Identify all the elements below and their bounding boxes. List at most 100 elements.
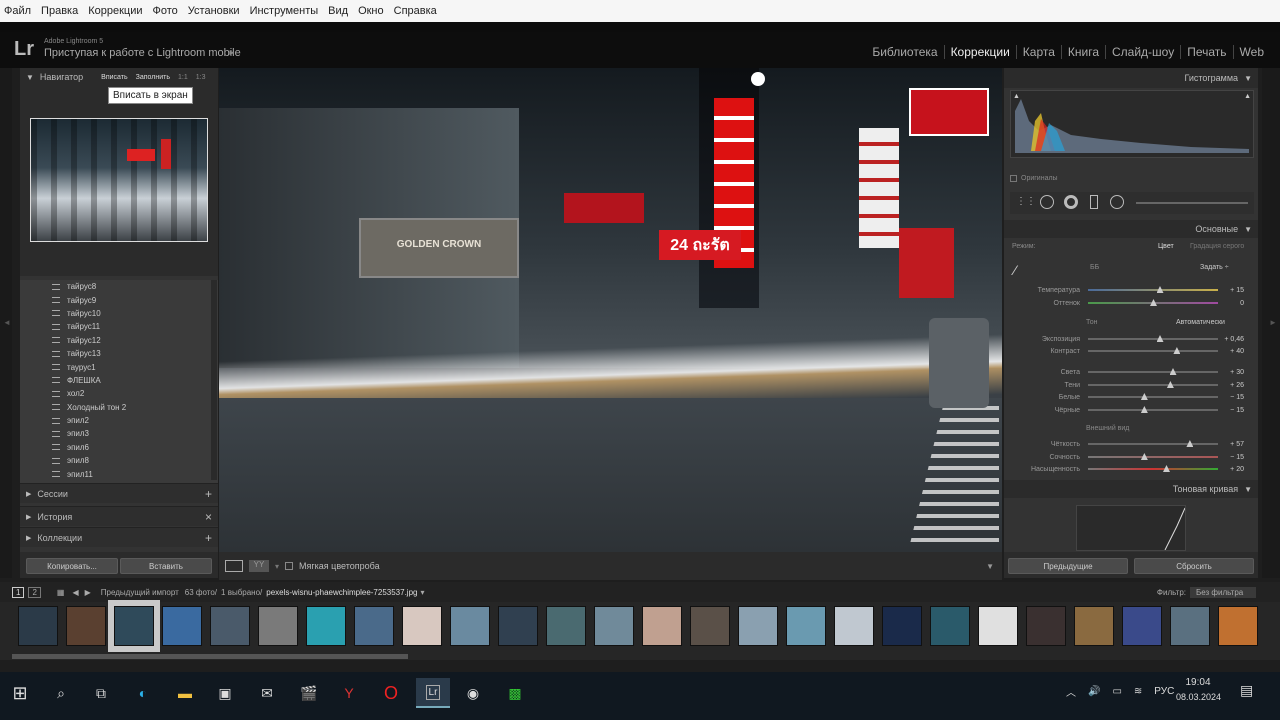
menu-item[interactable]: Справка (394, 5, 437, 17)
slider-row[interactable]: Насыщенность + 20 (1010, 463, 1254, 475)
filmstrip-thumbnail[interactable] (930, 606, 970, 646)
preset-item[interactable]: таурус1 (20, 360, 218, 373)
slider-track[interactable] (1088, 289, 1218, 291)
collapse-left-icon[interactable]: ◄ (3, 318, 11, 327)
slider-value[interactable]: + 26 (1230, 382, 1244, 389)
menu-item[interactable]: Вид (328, 5, 348, 17)
preset-item[interactable]: эпил2 (20, 414, 218, 427)
filename-dropdown-icon[interactable]: ▾ (420, 588, 424, 597)
explorer-icon[interactable]: ▬ (170, 678, 200, 708)
loupe-view-icon[interactable] (225, 560, 243, 572)
filmstrip-thumbnail[interactable] (546, 606, 586, 646)
preset-item[interactable]: тайрус9 (20, 293, 218, 306)
tone-curve-header[interactable]: Тоновая кривая ▼ (1004, 480, 1258, 498)
filmstrip-thumbnail[interactable] (1170, 606, 1210, 646)
soft-proof-checkbox[interactable] (285, 562, 294, 570)
preset-item[interactable]: тайрус11 (20, 320, 218, 333)
opera-icon[interactable]: O (376, 678, 406, 708)
shadow-clip-icon[interactable]: ▲ (1013, 93, 1020, 100)
slider-value[interactable]: + 30 (1230, 369, 1244, 376)
preset-item[interactable]: Холодный тон 2 (20, 401, 218, 414)
source-label[interactable]: Предыдущий импорт (101, 588, 179, 597)
fill-button[interactable]: Заполнить (136, 74, 170, 81)
presets-scrollbar[interactable] (211, 280, 217, 480)
add-icon[interactable]: + (205, 487, 212, 501)
filmstrip-scrollbar[interactable] (12, 654, 408, 659)
slider-value[interactable]: + 0,46 (1224, 336, 1244, 343)
right-panel-handle[interactable]: ► (1262, 68, 1280, 578)
filmstrip-thumbnail[interactable] (108, 600, 160, 652)
slider-track[interactable] (1088, 384, 1218, 386)
screen-2-button[interactable]: 2 (28, 586, 41, 598)
slider-row[interactable]: Тени + 26 (1010, 379, 1254, 391)
tray-chevron-icon[interactable]: ︿ (1066, 684, 1076, 699)
main-photo[interactable]: 24 ถะรัต GOLDEN CROWN (219, 68, 1002, 552)
menu-item[interactable]: Фото (153, 5, 178, 17)
module-2[interactable]: Карта (1015, 45, 1061, 59)
menu-item[interactable]: Окно (358, 5, 384, 17)
slider-track[interactable] (1088, 338, 1218, 340)
identity-subtitle[interactable]: Приступая к работе с Lightroom mobile (44, 47, 241, 59)
filmstrip-thumbnail[interactable] (690, 606, 730, 646)
filmstrip-thumbnail[interactable] (738, 606, 778, 646)
highlight-clip-icon[interactable]: ▲ (1244, 93, 1251, 100)
module-4[interactable]: Слайд-шоу (1105, 45, 1180, 59)
lightroom-taskbar-icon[interactable]: Lr (416, 678, 450, 708)
slider-track[interactable] (1088, 468, 1218, 470)
slider-row[interactable]: Чёткость + 57 (1010, 438, 1254, 450)
wb-dropdown[interactable]: Задать ÷ (1200, 264, 1229, 271)
reset-button[interactable]: Сбросить (1134, 558, 1254, 574)
dropdown-arrow-icon[interactable]: ▾ (275, 562, 279, 571)
task-view-icon[interactable]: ⧉ (86, 678, 116, 708)
slider-value[interactable]: + 15 (1230, 287, 1244, 294)
mail-icon[interactable]: ✉ (252, 678, 282, 708)
slider-row[interactable]: Белые − 15 (1010, 391, 1254, 403)
red-eye-icon[interactable] (1064, 195, 1078, 209)
filmstrip-thumbnail[interactable] (1074, 606, 1114, 646)
filmstrip-thumbnail[interactable] (498, 606, 538, 646)
eyedropper-icon[interactable]: ⁄ (1014, 262, 1016, 278)
filmstrip-thumbnail[interactable] (882, 606, 922, 646)
history-section[interactable]: ▶ История × (20, 506, 218, 526)
notifications-icon[interactable]: ▤ (1240, 682, 1253, 699)
filmstrip-thumbnail[interactable] (402, 606, 442, 646)
slider-row[interactable]: Сочность − 15 (1010, 451, 1254, 463)
filmstrip-thumbnail[interactable] (594, 606, 634, 646)
video-editor-icon[interactable]: 🎬 (294, 678, 324, 708)
store-icon[interactable]: ▣ (210, 678, 240, 708)
originals-row[interactable]: Оригиналы (1010, 175, 1058, 182)
slider-track[interactable] (1088, 371, 1218, 373)
filmstrip-thumbnail[interactable] (162, 606, 202, 646)
toolbar-menu-icon[interactable]: ▼ (986, 562, 994, 571)
slider-row[interactable]: Температура + 15 (1010, 284, 1254, 296)
module-6[interactable]: Web (1232, 45, 1270, 59)
slider-value[interactable]: + 57 (1230, 441, 1244, 448)
left-panel-handle[interactable]: ◄ (0, 68, 12, 578)
filmstrip-thumbnail[interactable] (18, 606, 58, 646)
slider-track[interactable] (1088, 350, 1218, 352)
originals-checkbox[interactable] (1010, 175, 1017, 182)
basic-header[interactable]: Основные ▼ (1004, 220, 1258, 238)
radial-filter-icon[interactable] (1110, 195, 1124, 209)
module-5[interactable]: Печать (1180, 45, 1232, 59)
preset-item[interactable]: хол2 (20, 387, 218, 400)
preset-item[interactable]: ФЛЕШКА (20, 374, 218, 387)
slider-value[interactable]: 0 (1240, 300, 1244, 307)
preset-item[interactable]: эпил11 (20, 467, 218, 480)
slider-row[interactable]: Контраст + 40 (1010, 345, 1254, 357)
copy-button[interactable]: Копировать... (26, 558, 118, 574)
menu-item[interactable]: Установки (188, 5, 240, 17)
volume-icon[interactable]: 🔊 (1088, 686, 1100, 697)
grid-icon[interactable]: ▦ (57, 588, 65, 597)
add-icon[interactable]: + (205, 531, 212, 545)
collapse-right-icon[interactable]: ► (1269, 318, 1277, 327)
play-arrow-icon[interactable]: ► (228, 48, 236, 57)
menu-item[interactable]: Коррекции (88, 5, 142, 17)
filmstrip-thumbnail[interactable] (1122, 606, 1162, 646)
menu-item[interactable]: Файл (4, 5, 31, 17)
preset-item[interactable]: эпил3 (20, 427, 218, 440)
slider-row[interactable]: Экспозиция + 0,46 (1010, 333, 1254, 345)
forward-icon[interactable]: ▶ (85, 588, 91, 597)
slider-value[interactable]: − 15 (1230, 454, 1244, 461)
module-0[interactable]: Библиотека (866, 45, 943, 59)
